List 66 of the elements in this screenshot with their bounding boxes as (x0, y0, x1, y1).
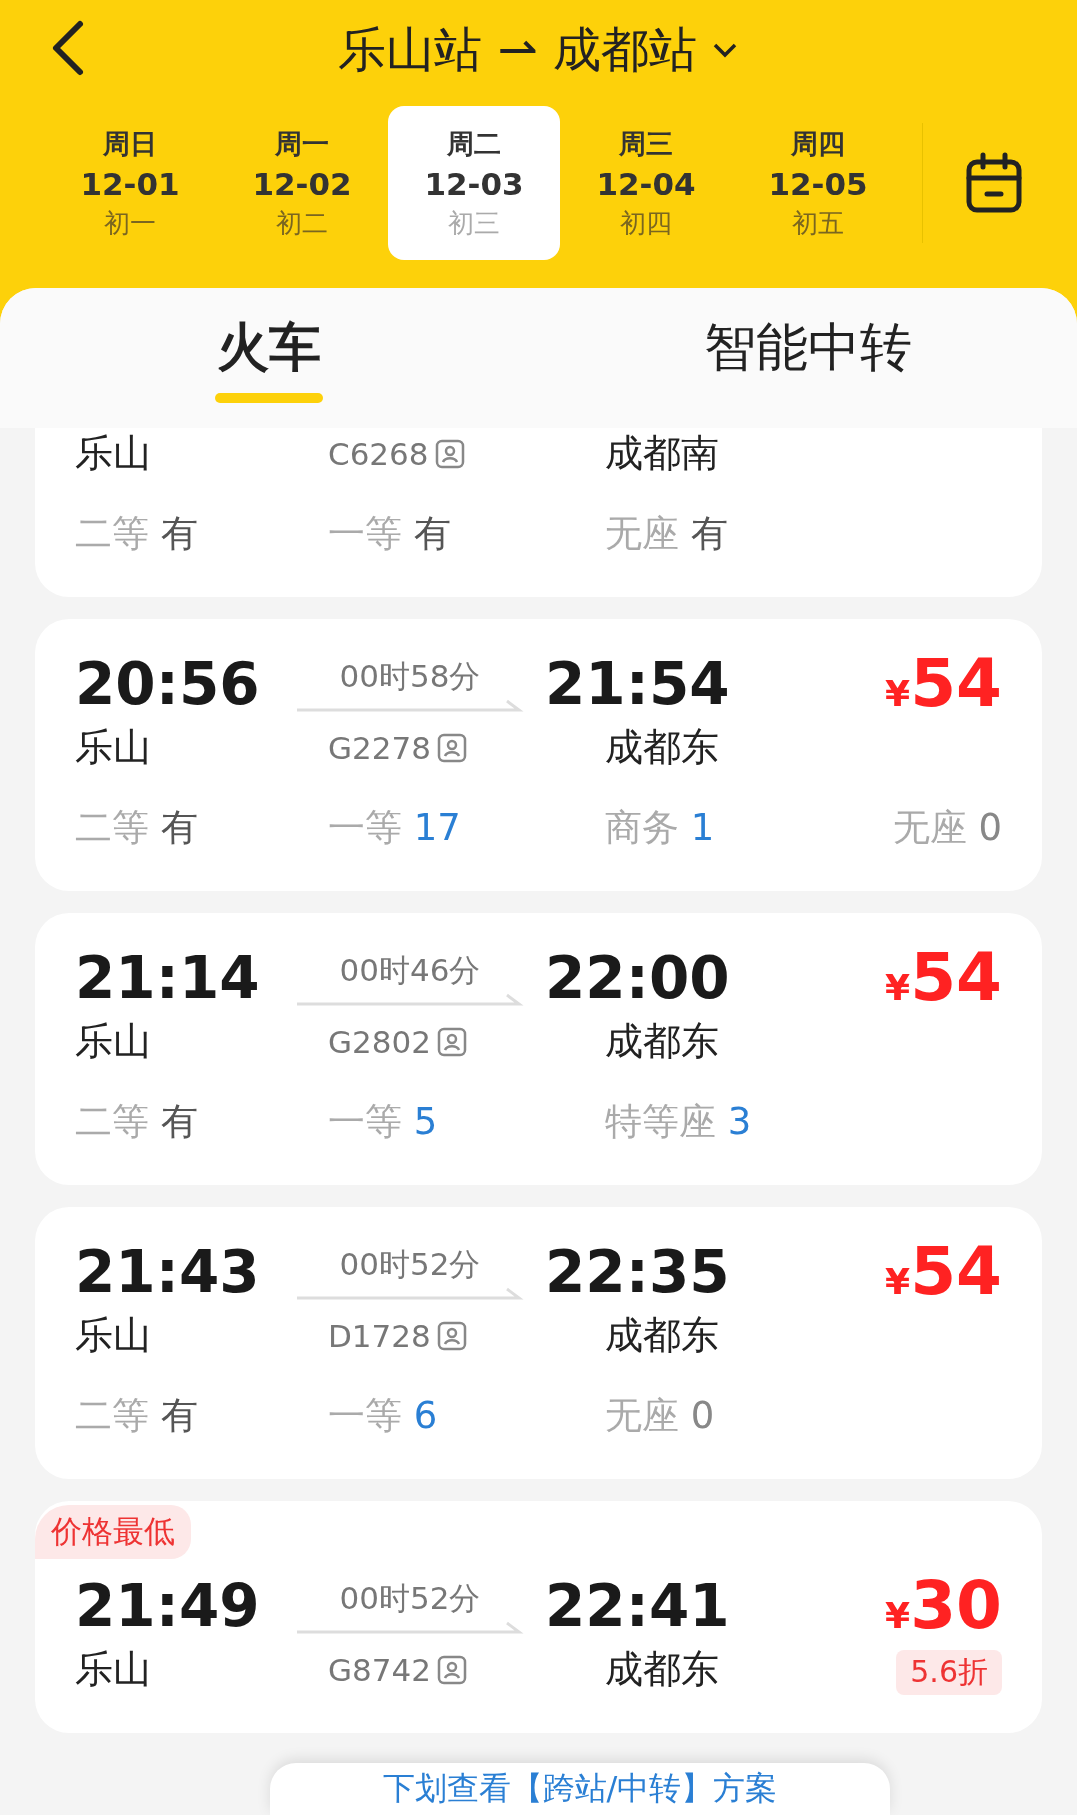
arrival-time: 21:54 (545, 649, 730, 718)
departure-time: 20:56 (75, 649, 261, 718)
duration-text: 00时58分 (339, 656, 481, 696)
date-tab[interactable]: 周日 12-01 初一 (44, 106, 216, 260)
seat-availability: 一等 有 (328, 511, 452, 557)
departure-station: 乐山 (75, 724, 152, 771)
arrival-time: 22:00 (545, 943, 730, 1012)
route-title[interactable]: 乐山站 ⇀ 成都站 (338, 18, 697, 82)
seat-availability: 二等 有 (75, 1099, 199, 1145)
train-card[interactable]: 21:43 00时52分 22:35 ¥54 乐山 D1728 成都东 二等 有 一等 6 无座 0 (35, 1207, 1042, 1479)
seat-availability: 无座 有 (605, 511, 729, 557)
train-number: G2802 (328, 1023, 431, 1060)
price-text: ¥54 (885, 645, 1002, 722)
seat-availability: 无座 0 (892, 805, 1002, 851)
discount-tag: 5.6折 (896, 1650, 1002, 1695)
seat-availability: 商务 1 (605, 805, 716, 851)
price-text: ¥30 (885, 1567, 1002, 1644)
train-card[interactable]: 20:56 00时58分 21:54 ¥54 乐山 G2278 成都东 二等 有 一等 17 商务 1 无座 0 (35, 619, 1042, 891)
mode-tab[interactable]: 火车 (0, 288, 539, 428)
calendar-icon[interactable] (965, 152, 1023, 214)
departure-station: 乐山 (75, 1646, 152, 1693)
id-card-icon (436, 732, 467, 763)
departure-time: 21:43 (75, 1237, 261, 1306)
train-number: D1728 (328, 1317, 431, 1354)
date-tab[interactable]: 周二 12-03 初三 (388, 106, 560, 260)
arrival-station: 成都东 (605, 724, 719, 771)
seat-availability: 二等 有 (75, 1393, 199, 1439)
mode-tab[interactable]: 智能中转 (538, 288, 1077, 428)
id-card-icon (436, 1026, 467, 1057)
arrival-station: 成都东 (605, 1312, 719, 1359)
seat-availability: 一等 17 (328, 805, 462, 851)
price-text: ¥54 (885, 1233, 1002, 1310)
departure-time: 21:14 (75, 943, 261, 1012)
id-card-icon (436, 1320, 467, 1351)
seat-availability: 一等 6 (328, 1393, 439, 1439)
departure-station: 乐山 (75, 430, 152, 477)
arrival-station: 成都南 (605, 430, 719, 477)
date-tab[interactable]: 周四 12-05 初五 (732, 106, 904, 260)
duration-text: 00时46分 (339, 950, 481, 990)
train-card[interactable]: 价格最低 21:49 00时52分 22:41 ¥30 乐山 G8742 成都东 5.6折 (35, 1501, 1042, 1733)
train-number: C6268 (328, 435, 429, 472)
seat-availability: 二等 有 (75, 511, 199, 557)
arrival-time: 22:35 (545, 1237, 730, 1306)
id-card-icon (434, 438, 465, 469)
seat-availability: 一等 5 (328, 1099, 439, 1145)
train-card[interactable]: 21:14 00时46分 22:00 ¥54 乐山 G2802 成都东 二等 有 一等 5 特等座 3 (35, 913, 1042, 1185)
arrival-station: 成都东 (605, 1646, 719, 1693)
departure-station: 乐山 (75, 1312, 152, 1359)
lowest-price-tag: 价格最低 (35, 1505, 191, 1559)
id-card-icon (436, 1654, 467, 1685)
seat-availability: 特等座 3 (605, 1099, 753, 1145)
train-number: G2278 (328, 729, 431, 766)
arrival-station: 成都东 (605, 1018, 719, 1065)
train-card[interactable]: 乐山 C6268 成都南 二等 有 一等 有 无座 有 (35, 428, 1042, 597)
price-text: ¥54 (885, 939, 1002, 1016)
arrival-time: 22:41 (545, 1571, 730, 1640)
departure-station: 乐山 (75, 1018, 152, 1065)
duration-text: 00时52分 (339, 1578, 481, 1618)
train-number: G8742 (328, 1651, 431, 1688)
seat-availability: 二等 有 (75, 805, 199, 851)
date-tab[interactable]: 周三 12-04 初四 (560, 106, 732, 260)
date-tab[interactable]: 周一 12-02 初二 (216, 106, 388, 260)
seat-availability: 无座 0 (605, 1393, 716, 1439)
duration-text: 00时52分 (339, 1244, 481, 1284)
departure-time: 21:49 (75, 1571, 261, 1640)
hint-banner[interactable]: 下划查看【跨站/中转】方案 (270, 1763, 890, 1815)
